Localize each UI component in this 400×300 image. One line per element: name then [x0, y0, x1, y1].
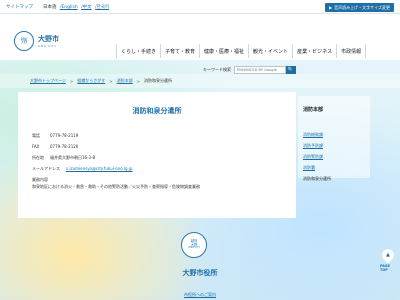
breadcrumb-separator-icon: > — [69, 78, 74, 84]
site-header: 越前 大野 大野市 ONO CITY くらし・手続き 子育て・教育 健康・医療・… — [0, 14, 400, 60]
nav-item-city-info[interactable]: 市政情報 — [337, 44, 367, 58]
site-logo[interactable]: 越前 大野 大野市 ONO CITY — [14, 30, 78, 52]
keyword-search: キーワード検索 ENHANCED BY Google 🔍 — [203, 66, 296, 74]
fax-label: FAX — [32, 144, 40, 149]
side-item-general-affairs[interactable]: 消防総務課 — [303, 129, 370, 140]
email-label: メールアドレス — [32, 166, 60, 171]
search-icon[interactable]: 🔍 — [286, 66, 296, 74]
language-switcher: 日本語 /English /中文 /한국어 — [43, 4, 109, 10]
search-label: キーワード検索 — [203, 67, 231, 72]
side-item-label[interactable]: 消防警防課 — [303, 154, 323, 159]
tel-label: 電話 — [32, 133, 40, 138]
lang-korean-link[interactable]: /한국어 — [95, 5, 109, 10]
breadcrumb-home[interactable]: 大野市トップページ — [30, 78, 66, 84]
tel-value: 0779-78-2119 — [50, 133, 79, 138]
footer-title: 大野市役所 — [182, 269, 218, 277]
page-title: 消防和泉分遣所 — [132, 107, 182, 115]
contact-info: 電話 0779-78-2119 FAX 0779-78-2120 所在地 福井県… — [32, 130, 200, 190]
side-item-guard[interactable]: 消防警防課 — [303, 151, 370, 162]
accessibility-button-label: 音声読み上げ・文字サイズ変更 — [334, 4, 390, 10]
logo-city-name: 大野市 — [38, 35, 59, 43]
arrow-up-icon: ▲ — [386, 252, 390, 259]
page-top-label: PAGE TOP — [380, 264, 390, 272]
tel-row: 電話 0779-78-2119 — [32, 130, 200, 141]
breadcrumb-separator-icon: > — [109, 78, 113, 84]
side-item-label[interactable]: 消防予防課 — [303, 143, 323, 148]
breadcrumb-current: 消防和泉分遣所 — [144, 78, 172, 83]
side-menu: 消防本部 消防総務課 消防予防課 消防警防課 消防署 消防和泉分遣所 — [298, 96, 370, 181]
lang-english-link[interactable]: /English — [60, 5, 78, 10]
nav-item-health[interactable]: 健康・医療・福祉 — [200, 44, 250, 58]
address-value: 福井県大野市朝日16-3-8 — [50, 155, 96, 160]
logo-city-sub: ONO CITY — [38, 44, 57, 48]
side-item-station[interactable]: 消防署 — [303, 162, 370, 173]
side-item-label[interactable]: 消防署 — [303, 165, 315, 170]
nav-item-living[interactable]: くらし・手続き — [116, 44, 162, 58]
side-menu-title: 消防本部 — [303, 107, 324, 113]
speaker-icon: ▶ — [329, 5, 333, 10]
address-row: 所在地 福井県大野市朝日16-3-8 — [32, 152, 200, 163]
footer-access-link: 市役所へのご案内 — [0, 292, 400, 298]
logo-text: 大野市 ONO CITY — [38, 34, 59, 48]
nav-item-tourism[interactable]: 観光・イベント — [249, 44, 294, 58]
emblem-line2: 大野 — [20, 40, 27, 44]
side-item-prevention[interactable]: 消防予防課 — [303, 140, 370, 151]
lang-current: 日本語 — [43, 4, 57, 10]
search-input[interactable]: ENHANCED BY Google — [234, 66, 286, 74]
nav-item-business[interactable]: 産業・ビジネス — [293, 44, 338, 58]
side-item-label[interactable]: 消防総務課 — [303, 132, 323, 137]
footer-city-emblem-icon: 越前 大野 ONO CITY — [181, 232, 207, 258]
breadcrumb-organization[interactable]: 組織からさがす — [77, 78, 105, 84]
address-label: 所在地 — [32, 155, 44, 160]
page-top-button[interactable]: ▲ PAGE TOP — [378, 245, 398, 278]
main-content: 消防和泉分遣所 電話 0779-78-2119 FAX 0779-78-2120… — [18, 92, 296, 218]
sitemap-link[interactable]: サイトマップ — [6, 4, 33, 10]
fax-row: FAX 0779-78-2120 — [32, 141, 200, 152]
footer-emblem-line3: ONO CITY — [188, 246, 200, 250]
accessibility-button[interactable]: ▶ 音声読み上げ・文字サイズ変更 — [325, 3, 394, 12]
breadcrumb: 大野市トップページ > 組織からさがす > 消防本部 > 消防和泉分遣所 — [0, 74, 400, 88]
lang-chinese-link[interactable]: /中文 — [81, 5, 92, 10]
city-emblem-icon: 越前 大野 — [14, 31, 34, 51]
fax-value: 0779-78-2120 — [50, 144, 79, 149]
side-item-izumi: 消防和泉分遣所 — [303, 176, 331, 181]
breadcrumb-separator-icon: > — [136, 78, 140, 84]
nav-item-childcare[interactable]: 子育て・教育 — [161, 44, 201, 58]
access-guide-link[interactable]: 市役所へのご案内 — [184, 292, 216, 297]
side-menu-list: 消防総務課 消防予防課 消防警防課 消防署 消防和泉分遣所 — [298, 129, 370, 184]
duty-label: 業務内容 — [32, 177, 48, 182]
duty-value: 和泉地区における消火・救急・救助・その他警防活動／火災予防・查察指導・危険物調査… — [32, 184, 200, 189]
topbar: サイトマップ 日本語 /English /中文 /한국어 ▶ 音声読み上げ・文字… — [0, 0, 400, 14]
breadcrumb-fire-dept[interactable]: 消防本部 — [117, 78, 133, 84]
email-row: メールアドレス s.izumiensyo@city.fukui-ono.lg.j… — [32, 163, 200, 174]
global-nav: くらし・手続き 子育て・教育 健康・医療・福祉 観光・イベント 産業・ビジネス … — [116, 44, 367, 58]
email-link[interactable]: s.izumiensyo@city.fukui-ono.lg.jp — [66, 163, 132, 174]
water-drop-icon: ▲ — [378, 245, 398, 265]
